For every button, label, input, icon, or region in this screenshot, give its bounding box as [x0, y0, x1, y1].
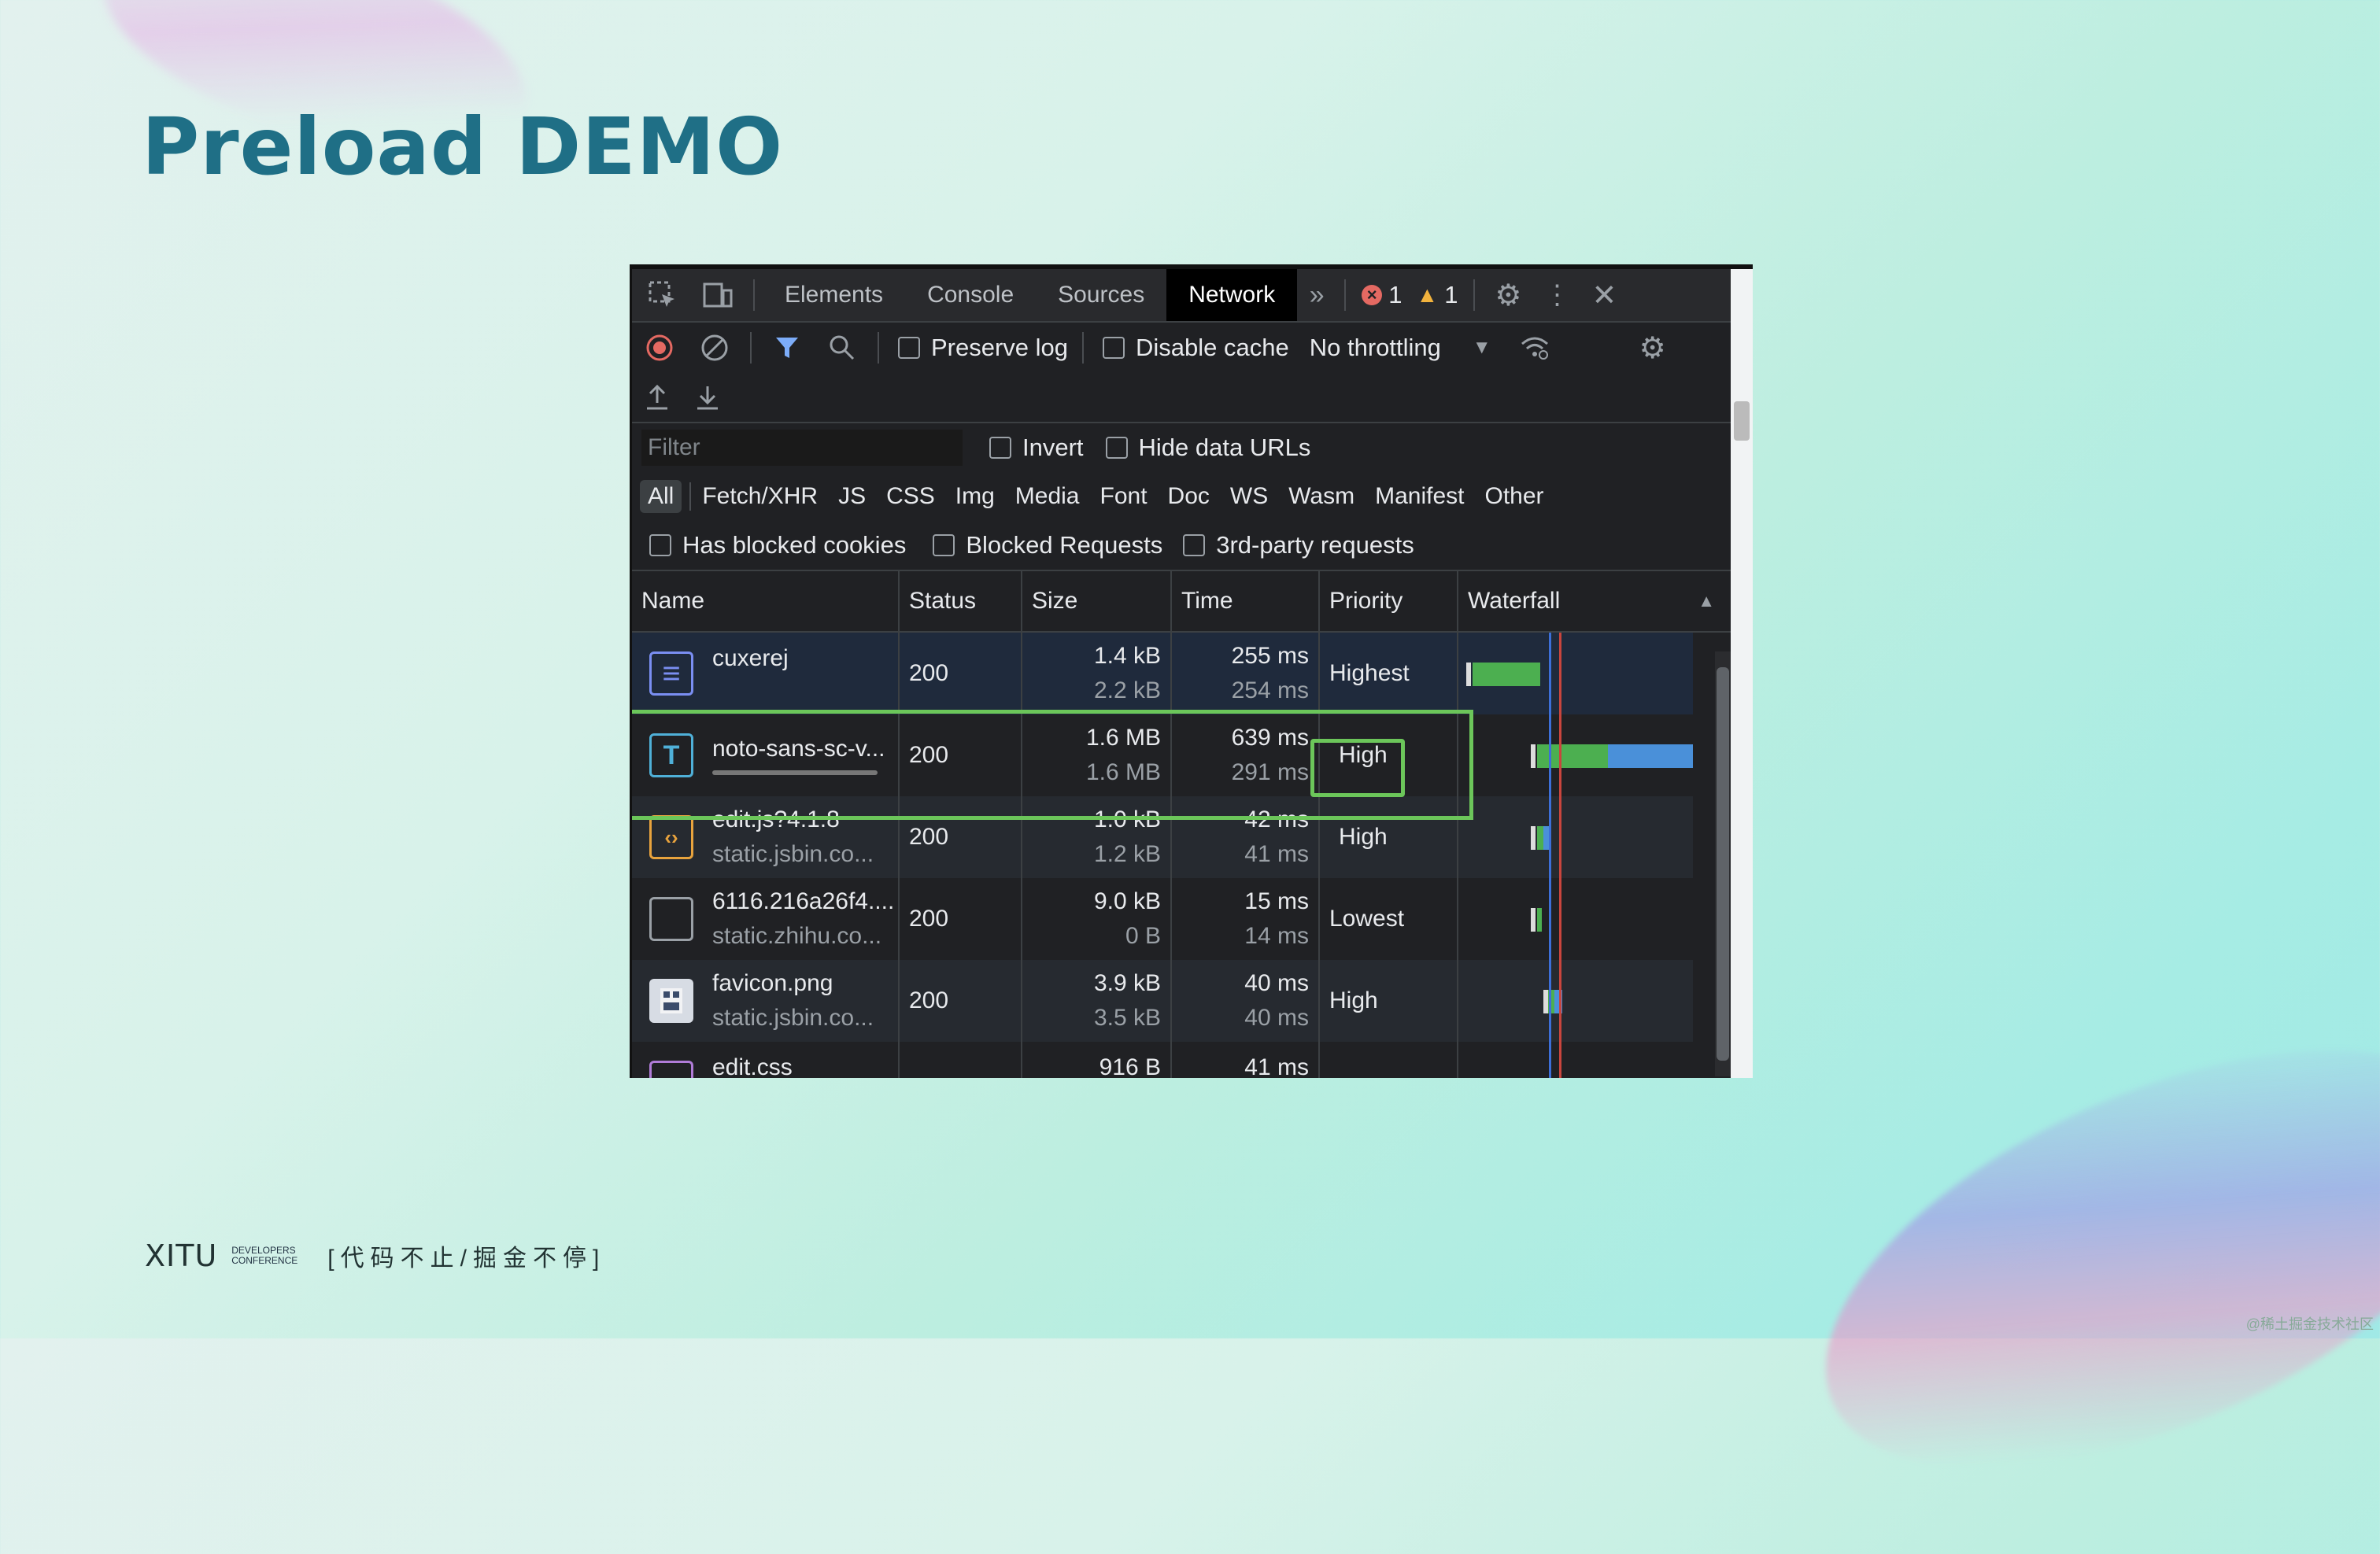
- waterfall-cell: [1458, 878, 1693, 960]
- column-header-size[interactable]: Size: [1022, 571, 1172, 631]
- requests-table-body: ≡ cuxerej 200 1.4 kB 2.2 kB 255 ms 254 ms …: [632, 633, 1731, 1078]
- import-har-icon[interactable]: [632, 384, 682, 411]
- waterfall-cell: [1458, 633, 1693, 714]
- warning-count: 1: [1444, 281, 1458, 308]
- other-icon: [649, 897, 693, 941]
- resource-type-filters: All Fetch/XHR JS CSS Img Media Font Doc …: [632, 472, 1731, 521]
- waterfall-bar: [1537, 826, 1543, 850]
- dom-content-loaded-marker: [1549, 633, 1551, 1078]
- type-filter-doc[interactable]: Doc: [1168, 483, 1210, 510]
- invert-checkbox[interactable]: Invert: [989, 434, 1084, 462]
- tab-network[interactable]: Network: [1166, 269, 1298, 321]
- clear-icon[interactable]: [687, 334, 742, 362]
- sort-ascending-icon: ▲: [1698, 591, 1715, 611]
- waterfall-bar: [1531, 744, 1536, 768]
- network-settings-icon[interactable]: ⚙: [1625, 330, 1680, 366]
- stylesheet-icon: [649, 1061, 693, 1078]
- table-scrollbar[interactable]: [1715, 651, 1731, 1076]
- column-header-priority[interactable]: Priority: [1320, 571, 1458, 631]
- search-icon[interactable]: [815, 334, 870, 361]
- hide-data-urls-checkbox[interactable]: Hide data URLs: [1105, 434, 1310, 462]
- import-export-bar: [632, 373, 1731, 423]
- tab-console[interactable]: Console: [905, 269, 1036, 321]
- document-icon: ≡: [649, 651, 693, 696]
- table-row[interactable]: ≡ cuxerej 200 1.4 kB 2.2 kB 255 ms 254 ms …: [632, 633, 1693, 714]
- error-icon: ×: [1362, 285, 1383, 305]
- type-filter-all[interactable]: All: [640, 480, 682, 513]
- type-filter-other[interactable]: Other: [1485, 483, 1544, 510]
- type-filter-manifest[interactable]: Manifest: [1375, 483, 1464, 510]
- has-blocked-cookies-checkbox[interactable]: Has blocked cookies: [649, 531, 906, 559]
- highlight-priority-cell: [1310, 739, 1405, 797]
- slide-title: Preload DEMO: [142, 101, 784, 193]
- table-row[interactable]: 6116.216a26f4.... static.zhihu.co... 200 …: [632, 878, 1693, 960]
- waterfall-bar: [1531, 908, 1536, 932]
- waterfall-bar: [1531, 826, 1536, 850]
- waterfall-bar: [1473, 663, 1540, 686]
- kebab-menu-icon[interactable]: ⋮: [1533, 279, 1580, 311]
- waterfall-bar: [1537, 744, 1608, 768]
- filter-bar: Filter Invert Hide data URLs: [632, 423, 1731, 472]
- type-filter-js[interactable]: JS: [838, 483, 866, 510]
- chevron-down-icon: ▼: [1472, 337, 1491, 358]
- export-har-icon[interactable]: [682, 384, 733, 411]
- column-header-name[interactable]: Name: [632, 571, 900, 631]
- record-stop-icon[interactable]: [632, 334, 687, 362]
- blocked-filters: Has blocked cookies Blocked Requests 3rd…: [632, 521, 1731, 571]
- script-icon: ‹›: [649, 815, 693, 859]
- table-row[interactable]: favicon.png static.jsbin.co... 200 3.9 kB…: [632, 960, 1693, 1042]
- type-filter-ws[interactable]: WS: [1230, 483, 1268, 510]
- column-header-waterfall[interactable]: Waterfall ▲: [1458, 571, 1731, 631]
- preserve-log-checkbox[interactable]: Preserve log: [898, 334, 1068, 362]
- table-row[interactable]: edit.css 916 B 41 ms: [632, 1042, 1693, 1078]
- footer-brand: XITU: [145, 1238, 218, 1273]
- waterfall-bar: [1608, 744, 1693, 768]
- close-icon[interactable]: ✕: [1580, 278, 1628, 313]
- devtools-panel: Elements Console Sources Network » × 1 ▲…: [630, 264, 1753, 1078]
- outer-scrollbar[interactable]: [1731, 269, 1753, 1078]
- image-icon: [649, 979, 693, 1023]
- settings-gear-icon[interactable]: ⚙: [1483, 278, 1533, 313]
- tab-elements[interactable]: Elements: [763, 269, 905, 321]
- footer: XITU DEVELOPERS CONFERENCE [代码不止/掘金不停]: [145, 1238, 605, 1273]
- error-count: 1: [1388, 281, 1402, 308]
- footer-brand-sub: DEVELOPERS CONFERENCE: [231, 1245, 298, 1266]
- waterfall-cell: [1458, 960, 1693, 1042]
- device-toolbar-icon[interactable]: [690, 281, 745, 309]
- load-event-marker: [1559, 633, 1561, 1078]
- type-filter-media[interactable]: Media: [1015, 483, 1080, 510]
- type-filter-fetch-xhr[interactable]: Fetch/XHR: [702, 483, 818, 510]
- waterfall-bar: [1537, 908, 1542, 932]
- inspect-element-icon[interactable]: [635, 280, 690, 310]
- blocked-requests-checkbox[interactable]: Blocked Requests: [933, 531, 1162, 559]
- type-filter-img[interactable]: Img: [955, 483, 995, 510]
- tab-sources[interactable]: Sources: [1036, 269, 1166, 321]
- issues-counter[interactable]: × 1 ▲ 1: [1354, 281, 1465, 309]
- column-header-time[interactable]: Time: [1172, 571, 1320, 631]
- filter-input[interactable]: Filter: [641, 430, 963, 466]
- more-tabs-icon[interactable]: »: [1297, 280, 1336, 311]
- third-party-requests-checkbox[interactable]: 3rd-party requests: [1183, 531, 1414, 559]
- column-header-status[interactable]: Status: [900, 571, 1022, 631]
- network-conditions-icon[interactable]: [1507, 334, 1562, 361]
- watermark: @稀土掘金技术社区: [2245, 1316, 2374, 1332]
- requests-table-header: Name Status Size Time Priority Waterfall…: [632, 571, 1731, 633]
- filter-icon[interactable]: [759, 334, 815, 361]
- waterfall-bar: [1466, 663, 1471, 686]
- waterfall-cell: [1458, 796, 1693, 878]
- type-filter-css[interactable]: CSS: [886, 483, 935, 510]
- devtools-tabbar: Elements Console Sources Network » × 1 ▲…: [632, 269, 1731, 323]
- network-toolbar: Preserve log Disable cache No throttling…: [632, 323, 1731, 373]
- decorative-swoosh-bottom: [1765, 964, 2380, 1554]
- disable-cache-checkbox[interactable]: Disable cache: [1103, 334, 1289, 362]
- type-filter-wasm[interactable]: Wasm: [1288, 483, 1354, 510]
- type-filter-font[interactable]: Font: [1100, 483, 1148, 510]
- warning-icon: ▲: [1416, 282, 1439, 307]
- waterfall-cell: [1458, 714, 1693, 796]
- footer-slogan: [代码不止/掘金不停]: [327, 1246, 606, 1272]
- throttling-select[interactable]: No throttling ▼: [1310, 334, 1491, 362]
